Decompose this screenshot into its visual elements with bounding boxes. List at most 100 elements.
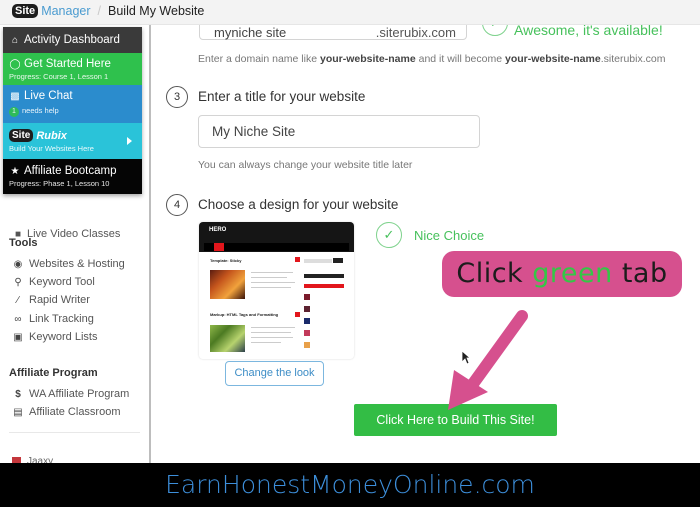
website-title-input[interactable] [198, 115, 480, 148]
sidebar-divider [9, 432, 140, 433]
menu-item-label: Affiliate Bootcamp [24, 165, 117, 177]
menu-item-label: Activity Dashboard [24, 34, 120, 46]
pointer-arrow-icon [448, 310, 528, 410]
sidebar-item-label: Websites & Hosting [29, 258, 125, 270]
breadcrumb-manager-link[interactable]: Manager [41, 4, 90, 18]
sidebar-item-label: Rapid Writer [29, 294, 90, 306]
theme-nav [204, 243, 349, 251]
theme-text-line [251, 282, 295, 283]
affiliate-program-heading: Affiliate Program [9, 367, 98, 379]
sidebar-item-label: Link Tracking [29, 313, 94, 325]
theme-tabs [304, 284, 344, 288]
menu-item-status: needs help [22, 106, 59, 115]
theme-text-line [251, 332, 291, 333]
link-icon: ∞ [14, 313, 22, 325]
play-circle-icon: ◯ [9, 58, 21, 70]
breadcrumb: Site Manager / Build My Website [12, 4, 204, 18]
sidebar-item-link-tracking[interactable]: ∞ Link Tracking [12, 313, 94, 325]
sidebar-item-label: Keyword Tool [29, 276, 95, 288]
menu-item-live-chat[interactable]: ▩ Live Chat 1 needs help [3, 85, 142, 123]
main-content: myniche site .siterubix.com ✓ Awesome, i… [153, 0, 700, 465]
tools-heading: Tools [9, 237, 38, 249]
sidebar-item-keyword-lists[interactable]: ▣ Keyword Lists [12, 331, 97, 343]
theme-thumb [304, 306, 310, 312]
instruction-callout: Click green tab [442, 251, 682, 297]
menu-item-siterubix[interactable]: Site Rubix Build Your Websites Here [3, 123, 142, 159]
stack-icon: ▣ [13, 331, 23, 343]
theme-text-line [251, 337, 293, 338]
nice-choice-status: Nice Choice [414, 228, 485, 243]
book-icon: ▤ [13, 406, 23, 418]
sidebar-item-affiliate-classroom[interactable]: ▤ Affiliate Classroom [12, 406, 121, 418]
hint-text: Enter a domain name like [198, 53, 320, 65]
change-the-look-button[interactable]: Change the look [225, 361, 324, 386]
star-icon: ★ [10, 165, 20, 177]
menu-item-activity-dashboard[interactable]: ⌂ Activity Dashboard [3, 27, 142, 53]
menu-item-get-started[interactable]: ◯ Get Started Here Progress: Course 1, Le… [3, 53, 142, 85]
chat-icon: ▩ [10, 90, 20, 102]
sidebar-item-rapid-writer[interactable]: ∕ Rapid Writer [12, 294, 90, 306]
domain-suffix: .siterubix.com [375, 25, 456, 40]
site-menu-dropdown: ⌂ Activity Dashboard ◯ Get Started Here Pr… [3, 27, 142, 194]
theme-red-marker [295, 312, 300, 317]
sidebar-item-label: WA Affiliate Program [29, 388, 130, 400]
menu-item-label: Live Chat [24, 90, 73, 102]
theme-post-title: Markup: HTML Tags and Formatting [210, 312, 279, 317]
theme-search-box [304, 259, 332, 263]
menu-item-label: Get Started Here [24, 58, 111, 70]
sidebar-item-wa-affiliate-program[interactable]: $ WA Affiliate Program [12, 388, 129, 400]
callout-text: Click [456, 258, 533, 289]
chevron-right-icon [127, 137, 132, 145]
theme-text-line [251, 287, 291, 288]
breadcrumb-separator: / [97, 4, 102, 18]
sidebar-item-label: Keyword Lists [29, 331, 98, 343]
theme-nav-active [214, 243, 224, 251]
theme-social-icons [304, 274, 344, 278]
home-icon: ⌂ [11, 34, 19, 46]
theme-red-marker [295, 257, 300, 262]
sidebar-item-label: Live Video Classes [27, 228, 121, 240]
rubix-label: Rubix [36, 129, 67, 142]
breadcrumb-current: Build My Website [108, 4, 205, 18]
step-3-number: 3 [166, 86, 188, 108]
theme-text-line [251, 327, 295, 328]
callout-highlight: green [532, 258, 613, 289]
help-count-badge: 1 [9, 107, 19, 117]
pen-icon: ∕ [17, 294, 19, 306]
mouse-cursor-icon [461, 350, 471, 365]
step-3-title: Enter a title for your website [198, 89, 366, 104]
step-4-title: Choose a design for your website [198, 197, 399, 212]
sidebar-item-keyword-tool[interactable]: ⚲ Keyword Tool [12, 276, 95, 288]
callout-text: tab [612, 258, 668, 289]
globe-icon: ◉ [13, 258, 23, 270]
page: Site Manager / Build My Website ■ Live Vi… [0, 0, 700, 507]
theme-preview-image[interactable]: HERO Template: Sticky Markup: HTML Tags … [199, 222, 354, 359]
step-4-number: 4 [166, 194, 188, 216]
theme-text-line [251, 277, 287, 278]
title-hint: You can always change your website title… [198, 159, 413, 171]
domain-hint: Enter a domain name like your-website-na… [198, 53, 665, 65]
theme-search-button [333, 258, 343, 263]
footer-website-text: EarnHonestMoneyOnline.com [165, 470, 535, 499]
sidebar-item-label: Affiliate Classroom [29, 406, 121, 418]
search-icon: ⚲ [14, 276, 22, 288]
theme-text-line [251, 342, 281, 343]
hint-bold: your-website-name [319, 53, 416, 65]
theme-thumb [304, 318, 310, 324]
theme-post-image [210, 325, 245, 352]
menu-item-subtitle: Build Your Websites Here [9, 144, 94, 153]
site-logo-badge[interactable]: Site [12, 4, 39, 18]
theme-text-line [251, 272, 293, 273]
hint-text: and it will become [415, 53, 505, 65]
theme-thumb [304, 330, 310, 336]
hint-bold: your-website-name [504, 53, 601, 65]
sidebar-item-websites-hosting[interactable]: ◉ Websites & Hosting [12, 258, 125, 270]
top-bar: Site Manager / Build My Website [0, 0, 700, 25]
menu-item-affiliate-bootcamp[interactable]: ★ Affiliate Bootcamp Progress: Phase 1, L… [3, 159, 142, 194]
theme-thumb [304, 294, 310, 300]
footer-banner: EarnHonestMoneyOnline.com [0, 463, 700, 507]
theme-header: HERO [199, 222, 354, 252]
menu-item-progress: Progress: Phase 1, Lesson 10 [9, 179, 110, 188]
check-circle-icon: ✓ [376, 222, 402, 248]
hint-text: .siterubix.com [600, 53, 666, 65]
